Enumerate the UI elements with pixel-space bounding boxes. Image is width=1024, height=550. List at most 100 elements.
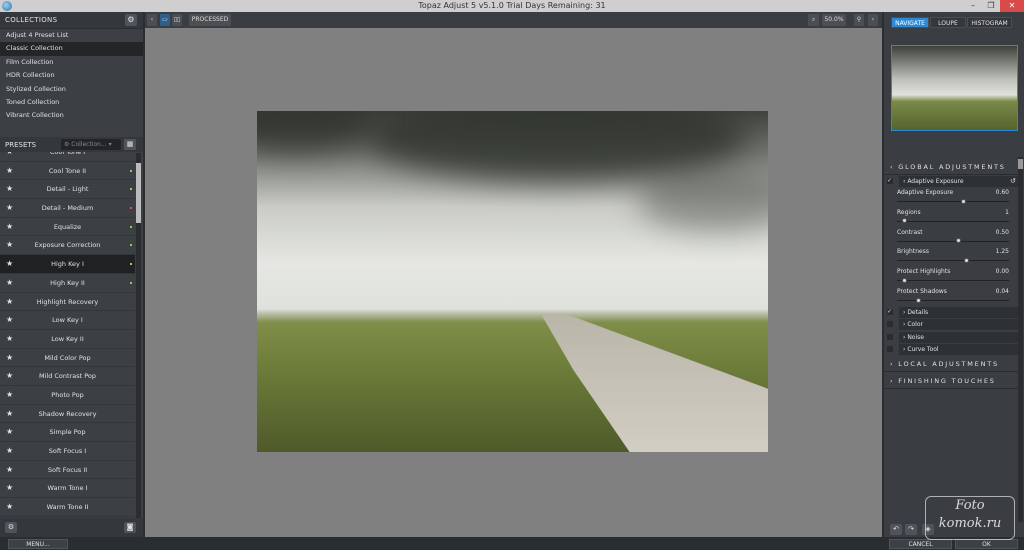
slider-contrast[interactable]: Contrast 0.50: [897, 229, 1009, 244]
slider-track[interactable]: [897, 201, 1009, 202]
minimize-button[interactable]: –: [964, 0, 982, 12]
ok-button[interactable]: OK: [955, 539, 1018, 549]
collection-dropdown[interactable]: ⚙ Collection... ▾: [61, 139, 121, 150]
finishing-touches-header[interactable]: › FINISHING TOUCHES: [884, 373, 1018, 389]
camera-icon[interactable]: ◙: [124, 522, 136, 533]
star-icon[interactable]: ★: [6, 479, 13, 498]
redo-icon[interactable]: ↷: [905, 524, 917, 535]
slider-knob[interactable]: [902, 277, 908, 283]
subsection-curve-tool[interactable]: › Curve Tool: [899, 343, 1018, 355]
undo-icon[interactable]: ↶: [890, 524, 902, 535]
slider-knob[interactable]: [955, 238, 961, 244]
star-icon[interactable]: ★: [6, 349, 13, 368]
collection-item[interactable]: Stylized Collection: [0, 83, 143, 96]
slider-protect-highlights[interactable]: Protect Highlights 0.00: [897, 268, 1009, 283]
star-icon[interactable]: ★: [6, 152, 13, 162]
adjustments-scrollbar[interactable]: [1018, 157, 1023, 522]
preset-item[interactable]: ★ Low Key II: [0, 330, 135, 349]
slider-protect-shadows[interactable]: Protect Shadows 0.04: [897, 288, 1009, 303]
preset-item[interactable]: ★ High Key I: [0, 255, 135, 274]
settings-icon[interactable]: ⚙: [5, 522, 17, 533]
collection-item[interactable]: Vibrant Collection: [0, 109, 143, 122]
preset-item[interactable]: ★ Soft Focus II: [0, 461, 135, 480]
slider-track[interactable]: [897, 280, 1009, 282]
local-adjustments-header[interactable]: › LOCAL ADJUSTMENTS: [884, 356, 1018, 372]
preset-item[interactable]: ★ Mild Color Pop: [0, 349, 135, 368]
slider-value[interactable]: 1: [1005, 209, 1009, 216]
preset-item[interactable]: ★ Simple Pop: [0, 423, 135, 442]
collapse-right-icon[interactable]: ›: [868, 14, 878, 26]
tab-loupe[interactable]: LOUPE: [930, 17, 966, 28]
slider-regions[interactable]: Regions 1: [897, 209, 1009, 224]
preset-item[interactable]: ★ Highlight Recovery: [0, 293, 135, 312]
star-icon[interactable]: ★: [6, 236, 13, 255]
presets-scrollbar[interactable]: [136, 153, 141, 521]
global-adjustments-header[interactable]: ‹ GLOBAL ADJUSTMENTS: [884, 159, 1018, 175]
star-icon[interactable]: ★: [6, 311, 13, 330]
restore-button[interactable]: ❐: [982, 0, 1000, 12]
adaptive-exposure-section[interactable]: ‹ Adaptive Exposure: [899, 176, 1018, 187]
slider-track[interactable]: [897, 260, 1009, 262]
star-icon[interactable]: ★: [6, 293, 13, 312]
collection-item[interactable]: Film Collection: [0, 56, 143, 69]
collection-item[interactable]: Toned Collection: [0, 96, 143, 109]
slider-knob[interactable]: [916, 297, 922, 303]
processed-button[interactable]: PROCESSED: [189, 14, 231, 26]
menu-button[interactable]: MENU...: [8, 539, 68, 549]
star-icon[interactable]: ★: [6, 386, 13, 405]
star-icon[interactable]: ★: [6, 461, 13, 480]
preset-item[interactable]: ★ Low Key I: [0, 311, 135, 330]
gear-icon[interactable]: ⚙: [125, 14, 137, 26]
zoom-level[interactable]: 50.0%: [822, 14, 846, 26]
preset-item[interactable]: ★ Exposure Correction: [0, 236, 135, 256]
single-view-icon[interactable]: ▭: [160, 14, 170, 26]
slider-value[interactable]: 0.60: [996, 189, 1009, 196]
preset-item[interactable]: ★ Detail - Light: [0, 180, 135, 200]
tab-navigate[interactable]: NAVIGATE: [891, 17, 929, 28]
preset-item[interactable]: ★ Cool Tone I: [0, 152, 135, 162]
star-icon[interactable]: ★: [6, 367, 13, 386]
close-button[interactable]: ✕: [1000, 0, 1024, 12]
slider-knob[interactable]: [964, 257, 970, 263]
adaptive-exposure-checkbox[interactable]: ✓: [887, 178, 893, 184]
preset-item[interactable]: ★ Mild Contrast Pop: [0, 367, 135, 386]
preset-item[interactable]: ★ Soft Focus I: [0, 442, 135, 461]
slider-brightness[interactable]: Brightness 1.25: [897, 248, 1009, 263]
slider-knob[interactable]: [961, 198, 967, 204]
preset-item[interactable]: ★ Photo Pop: [0, 386, 135, 405]
star-icon[interactable]: ★: [6, 274, 13, 293]
slider-track[interactable]: [897, 220, 1009, 222]
slider-value[interactable]: 0.00: [996, 268, 1009, 275]
star-icon[interactable]: ★: [6, 255, 13, 274]
slider-value[interactable]: 1.25: [996, 248, 1009, 255]
slider-value[interactable]: 0.50: [996, 229, 1009, 236]
slider-track[interactable]: [897, 240, 1009, 242]
navigator-thumbnail[interactable]: [891, 45, 1018, 131]
star-icon[interactable]: ★: [6, 498, 13, 517]
reset-icon[interactable]: ↺: [1010, 177, 1016, 185]
star-icon[interactable]: ★: [6, 405, 13, 424]
collection-item[interactable]: Adjust 4 Preset List: [0, 29, 143, 42]
preset-item[interactable]: ★ Cool Tone II: [0, 162, 135, 181]
collection-item[interactable]: Classic Collection: [0, 42, 143, 56]
tab-histogram[interactable]: HISTOGRAM: [967, 17, 1012, 28]
grid-view-icon[interactable]: ▦: [124, 139, 136, 150]
pin-icon[interactable]: ⚲: [854, 14, 864, 26]
star-icon[interactable]: ★: [6, 330, 13, 349]
slider-value[interactable]: 0.04: [996, 288, 1009, 295]
star-icon[interactable]: ★: [6, 180, 13, 199]
preset-item[interactable]: ★ Equalize: [0, 218, 135, 237]
preset-item[interactable]: ★ High Key II: [0, 274, 135, 293]
star-icon[interactable]: ★: [6, 423, 13, 442]
preset-item[interactable]: ★ Warm Tone I: [0, 479, 135, 499]
slider-adaptive-exposure[interactable]: Adaptive Exposure 0.60: [897, 189, 1009, 204]
star-icon[interactable]: ★: [6, 218, 13, 237]
subsection-noise[interactable]: › Noise: [899, 331, 1018, 343]
star-icon[interactable]: ★: [6, 162, 13, 181]
subsection-details[interactable]: › Details: [899, 307, 1018, 318]
preview-image[interactable]: [257, 111, 768, 452]
preset-item[interactable]: ★ Warm Tone II: [0, 498, 135, 517]
cancel-button[interactable]: CANCEL: [889, 539, 952, 549]
subsection-checkbox[interactable]: [887, 333, 893, 340]
split-view-icon[interactable]: ▯▯: [172, 14, 182, 26]
